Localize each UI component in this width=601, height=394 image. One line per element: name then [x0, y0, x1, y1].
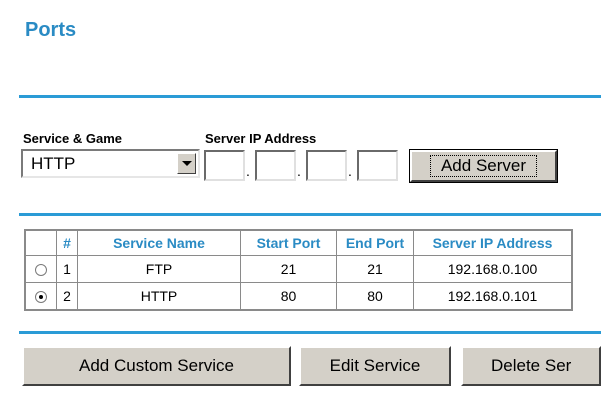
divider-middle [19, 213, 601, 216]
table-row: 1 FTP 21 21 192.168.0.100 [24, 255, 573, 283]
ip-octet-3[interactable] [306, 150, 347, 181]
row-select-cell[interactable] [24, 282, 57, 311]
server-ip-label: Server IP Address [205, 131, 317, 146]
header-server-ip: Server IP Address [413, 229, 573, 256]
service-select-value: HTTP [31, 154, 76, 173]
row-select-cell[interactable] [24, 255, 57, 283]
delete-service-button[interactable]: Delete Ser [461, 346, 601, 386]
page-title: Ports [25, 19, 77, 41]
header-start-port: Start Port [240, 229, 337, 256]
row-start-port: 80 [240, 282, 337, 311]
header-end-port: End Port [336, 229, 414, 256]
row-server-ip: 192.168.0.101 [413, 282, 573, 311]
header-service-name: Service Name [77, 229, 241, 256]
table-header-row: # Service Name Start Port End Port Serve… [24, 229, 573, 256]
ip-separator: . [297, 163, 301, 179]
header-num: # [56, 229, 78, 256]
row-service-name: HTTP [77, 282, 241, 311]
row-end-port: 80 [336, 282, 414, 311]
row-service-name: FTP [77, 255, 241, 283]
add-custom-service-button[interactable]: Add Custom Service [22, 346, 291, 386]
ip-separator: . [246, 163, 250, 179]
divider-bottom [19, 331, 601, 334]
row-radio[interactable] [35, 264, 47, 277]
row-num: 2 [56, 282, 78, 311]
row-end-port: 21 [336, 255, 414, 283]
add-server-button[interactable]: Add Server [409, 149, 558, 183]
ip-octet-1[interactable] [204, 150, 245, 181]
chevron-down-icon[interactable] [177, 153, 196, 174]
row-server-ip: 192.168.0.100 [413, 255, 573, 283]
row-num: 1 [56, 255, 78, 283]
row-start-port: 21 [240, 255, 337, 283]
ip-octet-4[interactable] [357, 150, 398, 181]
edit-service-button[interactable]: Edit Service [299, 346, 451, 386]
ip-octet-2[interactable] [255, 150, 296, 181]
header-select [24, 229, 57, 256]
service-select[interactable]: HTTP [21, 149, 200, 178]
services-table: # Service Name Start Port End Port Serve… [24, 229, 573, 311]
ip-separator: . [348, 163, 352, 179]
service-game-label: Service & Game [23, 131, 123, 146]
row-radio-selected[interactable] [35, 291, 47, 304]
table-row: 2 HTTP 80 80 192.168.0.101 [24, 282, 573, 311]
add-server-label: Add Server [429, 155, 538, 177]
divider-top [19, 95, 601, 98]
